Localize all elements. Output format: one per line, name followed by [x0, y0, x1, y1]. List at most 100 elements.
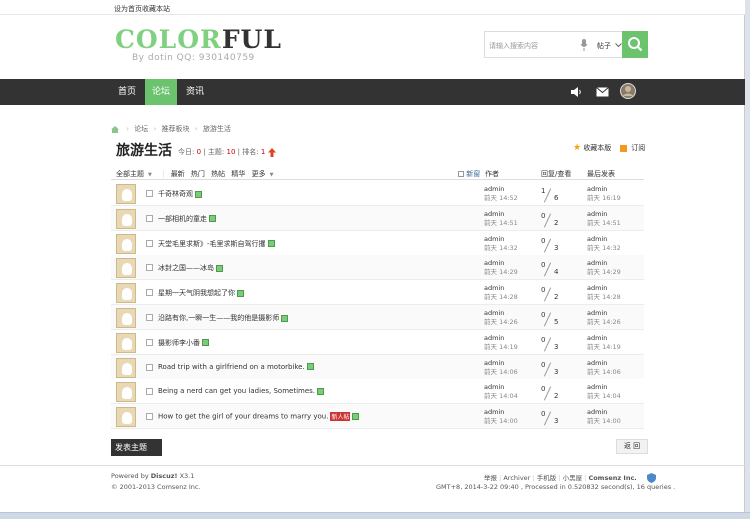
table-row[interactable]: 沿路有你,一瞬一生——我的他是摄影师 admin 前天 14:26 0 5 admin 前天…: [111, 305, 644, 330]
table-row[interactable]: 天堂毛里求斯》-毛里求斯自驾行攫 admin 前天 14:32 0 3 admin 前天 1…: [111, 230, 644, 256]
thread-title[interactable]: Being a nerd can get you ladies, Sometim…: [158, 387, 315, 395]
nav-forum[interactable]: 论坛: [145, 79, 178, 105]
thread-checkbox[interactable]: [146, 314, 153, 321]
last-post-user[interactable]: admin: [587, 185, 621, 194]
last-post-time[interactable]: 前天 14:19: [587, 343, 621, 352]
author-name[interactable]: admin: [484, 334, 518, 343]
author-name[interactable]: admin: [484, 408, 518, 417]
table-row[interactable]: Road trip with a girlfriend on a motorbi…: [111, 354, 644, 380]
last-post-time[interactable]: 前天 14:28: [587, 293, 621, 302]
new-window-toggle[interactable]: 新窗: [458, 169, 480, 179]
favorite-board-button[interactable]: ★ 收藏本版: [573, 143, 611, 153]
thread-subject[interactable]: 沿路有你,一瞬一生——我的他是摄影师: [158, 313, 289, 323]
thread-checkbox[interactable]: [146, 363, 153, 371]
last-post-user[interactable]: admin: [587, 235, 621, 244]
thread-checkbox[interactable]: [146, 338, 153, 346]
last-post-time[interactable]: 前天 14:51: [587, 219, 621, 228]
footer-link-mobile[interactable]: 手机版: [537, 474, 557, 482]
last-post-time[interactable]: 前天 14:00: [587, 417, 621, 426]
avatar[interactable]: [116, 382, 136, 403]
mail-icon[interactable]: [596, 87, 609, 97]
footer-link-blackroom[interactable]: 小黑屋: [563, 474, 583, 482]
table-row[interactable]: 千奇林奇观 admin 前天 14:52 1 6 admin 前天 16:19: [111, 181, 644, 206]
table-row[interactable]: 摄影师李小番 admin 前天 14:19 0 3 admin 前天 14:19: [111, 329, 644, 355]
thread-title[interactable]: 天堂毛里求斯》-毛里求斯自驾行攫: [158, 240, 266, 248]
footer-link-archiver[interactable]: Archiver: [503, 474, 530, 482]
thread-checkbox[interactable]: [146, 289, 153, 297]
thread-subject[interactable]: 摄影师李小番: [158, 338, 209, 348]
avatar[interactable]: [116, 283, 136, 304]
footer-link-report[interactable]: 举报: [484, 474, 497, 482]
last-post-time[interactable]: 前天 16:19: [587, 194, 621, 203]
thread-title[interactable]: Road trip with a girlfriend on a motorbi…: [158, 363, 305, 371]
last-post-user[interactable]: admin: [587, 359, 621, 368]
filter-all[interactable]: 全部主题 ▼: [116, 170, 156, 178]
breadcrumb-forum[interactable]: 论坛: [134, 125, 148, 133]
avatar[interactable]: [116, 208, 136, 229]
thread-checkbox[interactable]: [146, 264, 153, 272]
avatar[interactable]: [116, 332, 136, 353]
last-post-user[interactable]: admin: [587, 210, 621, 219]
nav-news[interactable]: 资讯: [179, 79, 211, 105]
footer-company[interactable]: Comsenz Inc.: [588, 474, 636, 482]
avatar[interactable]: [116, 407, 136, 428]
thread-subject[interactable]: Road trip with a girlfriend on a motorbi…: [158, 363, 314, 371]
discuz-link[interactable]: Discuz!: [151, 472, 178, 480]
filter-hotpost[interactable]: 热帖: [211, 170, 225, 178]
microphone-icon[interactable]: [580, 38, 588, 52]
search-scope-select[interactable]: 帖子: [597, 41, 623, 51]
table-row[interactable]: 冰封之国——冰岛 admin 前天 14:29 0 4 admin 前天 14:29: [111, 255, 644, 281]
shield-icon[interactable]: [646, 473, 656, 483]
avatar[interactable]: [116, 233, 136, 254]
last-post-user[interactable]: admin: [587, 284, 621, 293]
last-post-user[interactable]: admin: [587, 309, 621, 318]
author-name[interactable]: admin: [484, 284, 518, 293]
subscribe-button[interactable]: 订阅: [620, 143, 645, 153]
vertical-scrollbar[interactable]: [745, 0, 750, 519]
author-name[interactable]: admin: [484, 309, 518, 318]
breadcrumb-recommend[interactable]: 推荐板块: [162, 125, 190, 133]
thread-subject[interactable]: 天堂毛里求斯》-毛里求斯自驾行攫: [158, 239, 275, 249]
home-icon[interactable]: [111, 125, 119, 133]
avatar[interactable]: [116, 357, 136, 378]
set-home-link[interactable]: 设为首页: [114, 4, 142, 14]
last-post-time[interactable]: 前天 14:26: [587, 318, 621, 327]
table-row[interactable]: 一部相机的童走 admin 前天 14:51 0 2 admin 前天 14:51: [111, 205, 644, 231]
thread-title[interactable]: 摄影师李小番: [158, 339, 200, 347]
thread-checkbox[interactable]: [146, 388, 153, 396]
last-post-time[interactable]: 前天 14:32: [587, 244, 621, 253]
back-button[interactable]: 返 回: [616, 439, 648, 454]
thread-title[interactable]: 星期一天气阴我想起了你: [158, 289, 235, 297]
search-button[interactable]: [622, 31, 648, 58]
speaker-icon[interactable]: [570, 85, 582, 99]
new-thread-button[interactable]: 发表主题 +: [111, 439, 162, 471]
site-logo[interactable]: COLORFUL: [115, 27, 282, 52]
last-post-time[interactable]: 前天 14:29: [587, 268, 621, 277]
avatar[interactable]: [116, 184, 136, 204]
thread-title[interactable]: 冰封之国——冰岛: [158, 264, 214, 272]
thread-title[interactable]: 千奇林奇观: [158, 190, 193, 198]
thread-checkbox[interactable]: [146, 190, 153, 197]
table-row[interactable]: 星期一天气阴我想起了你 admin 前天 14:28 0 2 admin 前天 14:28: [111, 280, 644, 306]
breadcrumb-current[interactable]: 旅游生活: [203, 125, 231, 133]
thread-title[interactable]: How to get the girl of your dreams to ma…: [158, 413, 328, 421]
thread-title[interactable]: 沿路有你,一瞬一生——我的他是摄影师: [158, 314, 279, 322]
last-post-time[interactable]: 前天 14:04: [587, 392, 621, 401]
last-post-user[interactable]: admin: [587, 334, 621, 343]
author-name[interactable]: admin: [484, 359, 518, 368]
filter-digest[interactable]: 精华: [231, 170, 245, 178]
table-row[interactable]: How to get the girl of your dreams to ma…: [111, 404, 644, 430]
last-post-time[interactable]: 前天 14:06: [587, 368, 621, 377]
thread-subject[interactable]: 星期一天气阴我想起了你: [158, 288, 244, 298]
author-name[interactable]: admin: [484, 210, 518, 219]
filter-latest[interactable]: 最新: [171, 170, 185, 178]
thread-subject[interactable]: Being a nerd can get you ladies, Sometim…: [158, 387, 325, 395]
filter-hot[interactable]: 热门: [191, 170, 205, 178]
thread-subject[interactable]: 千奇林奇观: [158, 189, 202, 199]
avatar[interactable]: [116, 308, 136, 328]
thread-checkbox[interactable]: [146, 239, 153, 247]
search-input[interactable]: 请输入搜索内容: [489, 41, 538, 51]
filter-more[interactable]: 更多 ▼: [252, 170, 278, 178]
thread-checkbox[interactable]: [146, 413, 153, 421]
thread-subject[interactable]: 一部相机的童走: [158, 214, 216, 224]
